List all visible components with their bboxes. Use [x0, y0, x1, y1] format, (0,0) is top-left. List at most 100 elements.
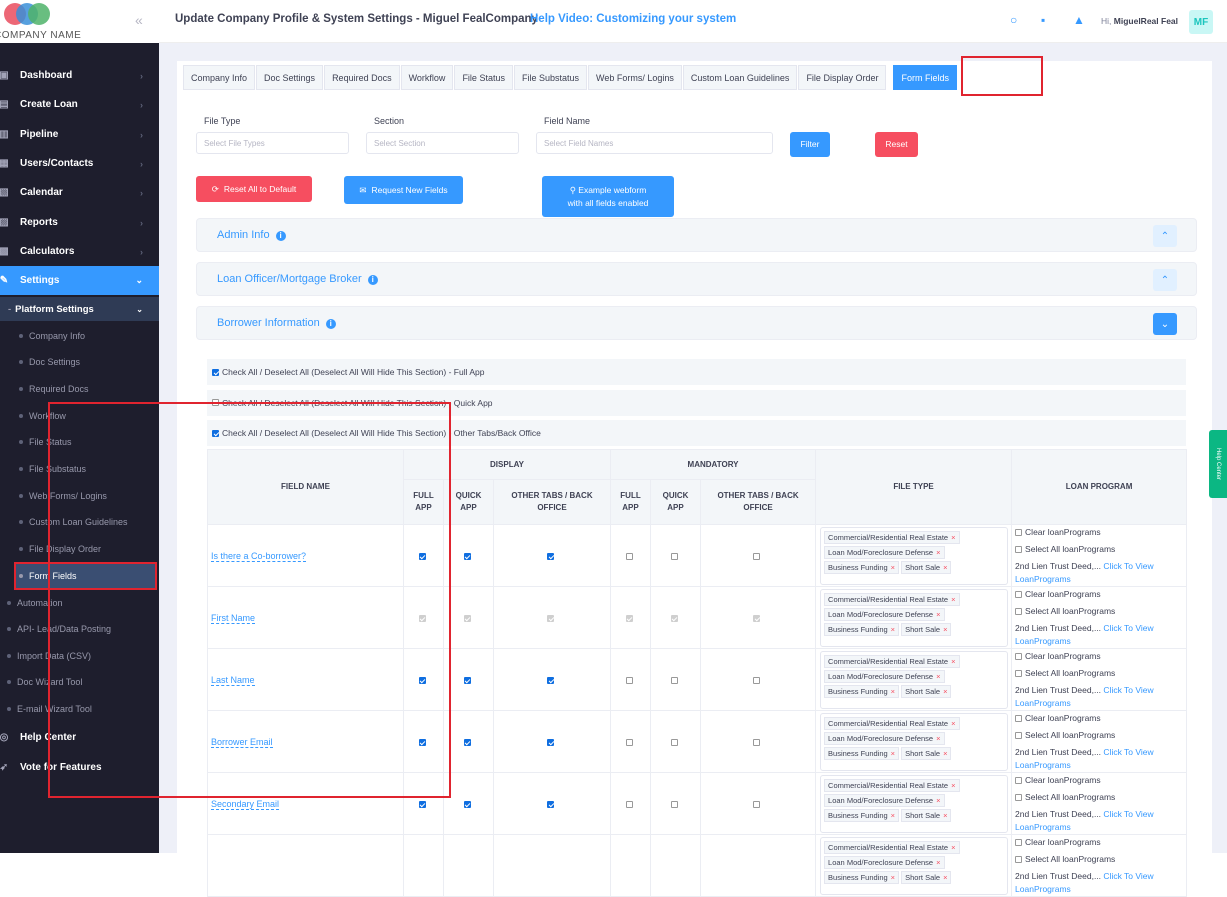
display-checkbox[interactable] — [463, 552, 471, 560]
nav-item-users-contacts[interactable]: ▦ Users/Contacts › — [0, 149, 159, 178]
file-type-multiselect[interactable]: Commercial/Residential Real Estate × Loan … — [820, 526, 1009, 585]
file-type-multiselect[interactable]: Commercial/Residential Real Estate × Loan … — [820, 774, 1009, 833]
remove-tag-icon[interactable]: × — [936, 858, 940, 867]
checkbox[interactable] — [1015, 838, 1023, 846]
remove-tag-icon[interactable]: × — [891, 873, 895, 882]
clear-loan-programs[interactable]: Clear loanPrograms — [1015, 712, 1186, 725]
mandatory-checkbox[interactable] — [753, 552, 761, 560]
clear-loan-programs[interactable]: Clear loanPrograms — [1015, 588, 1186, 601]
help-video-link[interactable]: Help Video: Customizing your system — [530, 13, 736, 25]
clear-loan-programs[interactable]: Clear loanPrograms — [1015, 836, 1186, 849]
remove-tag-icon[interactable]: × — [951, 781, 955, 790]
section-borrower-info[interactable]: Borrower Information i ⌄ — [196, 306, 1197, 340]
tab-file-substatus[interactable]: File Substatus — [513, 65, 587, 90]
nav-item-calendar[interactable]: ▧ Calendar › — [0, 178, 159, 207]
mandatory-checkbox[interactable] — [625, 800, 633, 808]
nav-item-dashboard[interactable]: ▣ Dashboard › — [0, 61, 159, 90]
remove-tag-icon[interactable]: × — [891, 687, 895, 696]
loan-programs-link[interactable]: LoanPrograms — [1015, 698, 1071, 708]
file-type-multiselect[interactable]: Commercial/Residential Real Estate × Loan … — [820, 712, 1009, 771]
select-all-loan-programs[interactable]: Select All loanPrograms — [1015, 605, 1186, 618]
remove-tag-icon[interactable]: × — [936, 548, 940, 557]
mandatory-checkbox[interactable] — [753, 738, 761, 746]
select-all-loan-programs[interactable]: Select All loanPrograms — [1015, 853, 1186, 866]
loan-programs-link[interactable]: LoanPrograms — [1015, 760, 1071, 770]
checkbox[interactable] — [1015, 528, 1023, 536]
remove-tag-icon[interactable]: × — [943, 749, 947, 758]
clear-loan-programs[interactable]: Clear loanPrograms — [1015, 650, 1186, 663]
remove-tag-icon[interactable]: × — [891, 811, 895, 820]
tab-doc-settings[interactable]: Doc Settings — [256, 65, 324, 90]
click-to-view-link[interactable]: Click To View — [1103, 561, 1153, 571]
checkbox[interactable] — [212, 368, 219, 376]
checkbox[interactable] — [1015, 776, 1023, 784]
checkbox[interactable] — [1015, 590, 1023, 598]
user-greeting[interactable]: Hi, MiguelReal Feal — [1101, 16, 1178, 26]
display-checkbox[interactable] — [463, 676, 471, 684]
nav-item-settings[interactable]: ✎ Settings ⌄ — [0, 266, 159, 295]
chevron-down-icon[interactable]: ⌄ — [1153, 313, 1177, 335]
bell-icon[interactable]: ▲ — [1073, 13, 1085, 27]
mandatory-checkbox[interactable] — [625, 676, 633, 684]
avatar[interactable]: MF — [1189, 10, 1213, 34]
remove-tag-icon[interactable]: × — [943, 811, 947, 820]
remove-tag-icon[interactable]: × — [936, 734, 940, 743]
tab-file-status[interactable]: File Status — [454, 65, 513, 90]
checkbox[interactable] — [1015, 607, 1023, 615]
remove-tag-icon[interactable]: × — [943, 625, 947, 634]
select-all-loan-programs[interactable]: Select All loanPrograms — [1015, 667, 1186, 680]
nav-item-reports[interactable]: ▨ Reports › — [0, 208, 159, 237]
remove-tag-icon[interactable]: × — [951, 533, 955, 542]
mandatory-checkbox[interactable] — [670, 552, 678, 560]
display-checkbox[interactable] — [547, 552, 554, 560]
display-checkbox[interactable] — [547, 676, 554, 684]
section-select[interactable]: Select Section — [366, 132, 519, 154]
reset-button[interactable]: Reset — [875, 132, 918, 157]
loan-programs-link[interactable]: LoanPrograms — [1015, 636, 1071, 646]
click-to-view-link[interactable]: Click To View — [1103, 685, 1153, 695]
click-to-view-link[interactable]: Click To View — [1103, 623, 1153, 633]
checkbox[interactable] — [1015, 669, 1023, 677]
loan-programs-link[interactable]: LoanPrograms — [1015, 884, 1071, 894]
remove-tag-icon[interactable]: × — [951, 595, 955, 604]
mandatory-checkbox[interactable] — [753, 800, 761, 808]
nav-item-create-loan[interactable]: ▤ Create Loan › — [0, 90, 159, 119]
remove-tag-icon[interactable]: × — [951, 843, 955, 852]
remove-tag-icon[interactable]: × — [943, 687, 947, 696]
remove-tag-icon[interactable]: × — [891, 563, 895, 572]
mandatory-checkbox[interactable] — [625, 552, 633, 560]
sidebar-sub-required-docs[interactable]: Required Docs — [0, 375, 159, 402]
checkbox[interactable] — [1015, 714, 1023, 722]
display-checkbox[interactable] — [418, 800, 426, 808]
chevron-up-icon[interactable]: ⌃ — [1153, 225, 1177, 247]
loan-programs-link[interactable]: LoanPrograms — [1015, 574, 1071, 584]
loan-programs-link[interactable]: LoanPrograms — [1015, 822, 1071, 832]
checkbox[interactable] — [1015, 793, 1023, 801]
mandatory-checkbox[interactable] — [625, 738, 633, 746]
clear-loan-programs[interactable]: Clear loanPrograms — [1015, 774, 1186, 787]
mandatory-checkbox[interactable] — [670, 738, 678, 746]
filter-button[interactable]: Filter — [790, 132, 830, 157]
remove-tag-icon[interactable]: × — [891, 625, 895, 634]
tab-company-info[interactable]: Company Info — [183, 65, 256, 90]
section-loan-officer[interactable]: Loan Officer/Mortgage Broker i ⌃ — [196, 262, 1197, 296]
section-admin-info[interactable]: Admin Info i ⌃ — [196, 218, 1197, 252]
check-all-row[interactable]: Check All / Deselect All (Deselect All W… — [207, 359, 1186, 385]
click-to-view-link[interactable]: Click To View — [1103, 871, 1153, 881]
clear-loan-programs[interactable]: Clear loanPrograms — [1015, 526, 1186, 539]
tab-required-docs[interactable]: Required Docs — [324, 65, 400, 90]
search-icon[interactable]: ○ — [1010, 13, 1017, 27]
chevron-up-icon[interactable]: ⌃ — [1153, 269, 1177, 291]
nav-item-pipeline[interactable]: ▥ Pipeline › — [0, 120, 159, 149]
collapse-sidebar-icon[interactable]: « — [135, 12, 143, 28]
display-checkbox[interactable] — [463, 800, 471, 808]
tab-web-forms-logins[interactable]: Web Forms/ Logins — [588, 65, 682, 90]
file-type-select[interactable]: Select File Types — [196, 132, 349, 154]
click-to-view-link[interactable]: Click To View — [1103, 809, 1153, 819]
remove-tag-icon[interactable]: × — [936, 610, 940, 619]
logo[interactable]: COMPANY NAME « — [0, 0, 159, 43]
help-center-tab[interactable]: Help Center — [1209, 430, 1227, 498]
checkbox[interactable] — [1015, 545, 1023, 553]
remove-tag-icon[interactable]: × — [943, 873, 947, 882]
tab-file-display-order[interactable]: File Display Order — [798, 65, 887, 90]
